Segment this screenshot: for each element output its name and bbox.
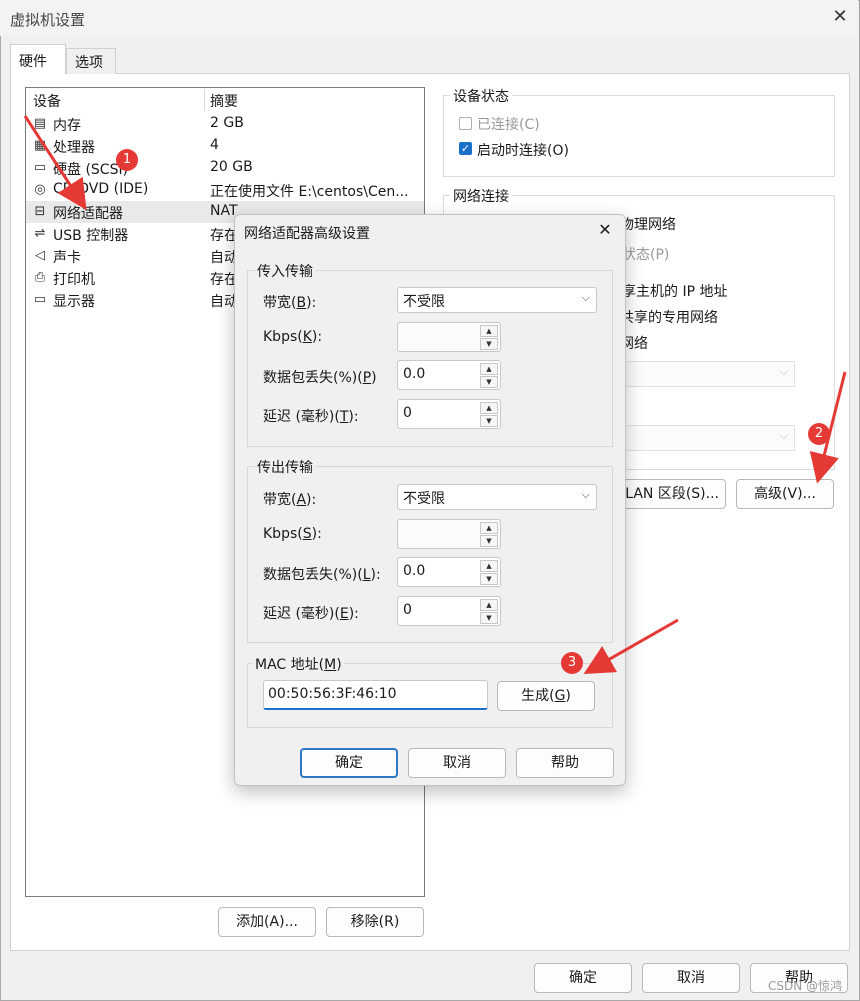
annotation-badge-2: 2 [808, 423, 830, 445]
annotation-badge-1: 1 [116, 149, 138, 171]
watermark: CSDN @惊鸿 [768, 979, 843, 993]
annotation-arrow-2 [809, 371, 847, 484]
annotation-arrow-1 [23, 115, 87, 211]
annotation-badge-3: 3 [561, 652, 583, 674]
annotation-arrow-3 [583, 618, 679, 674]
tab-hardware[interactable]: 硬件 [10, 44, 66, 74]
